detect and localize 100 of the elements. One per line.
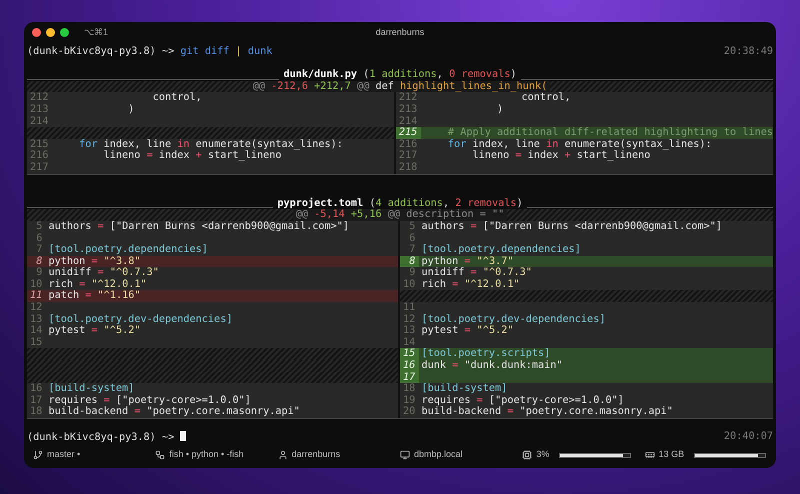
hunk-header: @@ -212,6 +212,7 @@ def highlight_lines_in_hunk( xyxy=(250,80,550,92)
line-number: 12 xyxy=(29,302,44,314)
line-number: 13 xyxy=(402,325,416,337)
line-number: 20 xyxy=(402,406,416,418)
code-text: [tool.poetry.dev-dependencies] xyxy=(47,314,232,325)
code-text: ) xyxy=(496,104,504,116)
file-header: dunk/dunk.py (1 additions, 0 removals) xyxy=(282,69,518,81)
line-number: 16 xyxy=(29,383,44,395)
line-number: 8 xyxy=(400,256,419,268)
code-text: pytest = "^5.2" xyxy=(420,325,514,337)
line-number: 9 xyxy=(408,267,416,279)
line-number: 16 xyxy=(400,360,419,372)
code-text: rich = "^12.0.1" xyxy=(420,278,520,290)
line-number: 10 xyxy=(29,278,44,290)
timestamp: 20:38:49 xyxy=(724,46,773,58)
code-text: patch = "^1.16" xyxy=(47,290,140,302)
status-text: 3% xyxy=(536,449,550,461)
code-text: [tool.poetry.dependencies] xyxy=(47,244,208,256)
line-number: 11 xyxy=(402,302,416,314)
code-text: unidiff = "^0.7.3" xyxy=(420,267,532,279)
line-number: 214 xyxy=(398,116,418,127)
code-text: authors = ["Darren Burns <darrenb900@gmail.com>"] xyxy=(47,220,350,232)
code-text: for index, line in enumerate(syntax_lines): xyxy=(446,138,712,150)
line-number: 6 xyxy=(35,232,44,244)
code-text: control, xyxy=(522,92,571,104)
code-text: rich = "^12.0.1" xyxy=(47,278,147,290)
code-text: ) xyxy=(127,104,134,116)
line-number: 214 xyxy=(29,116,50,128)
line-number: 217 xyxy=(398,150,418,162)
status-text: fish • python • -fish xyxy=(169,449,244,461)
code-text: unidiff = "^0.7.3" xyxy=(47,267,159,279)
code-text: build-backend = "poetry.core.masonry.api" xyxy=(47,406,300,418)
line-number: 17 xyxy=(400,372,419,384)
code-text: [build-system] xyxy=(420,383,508,395)
line-number: 216 xyxy=(29,150,50,162)
line-number: 5 xyxy=(408,220,416,232)
code-text: python = "^3.8" xyxy=(47,256,140,267)
zoom-button[interactable] xyxy=(60,28,69,36)
code-text: build-backend = "poetry.core.masonry.api" xyxy=(420,406,673,418)
line-number: 17 xyxy=(29,394,44,406)
text-cursor xyxy=(180,430,186,441)
code-text: [build-system] xyxy=(47,383,134,395)
cpu-icon xyxy=(522,450,532,460)
code-text: requires = ["poetry-core>=1.0.0"] xyxy=(47,394,251,406)
code-text: dunk = "dunk.dunk:main" xyxy=(420,360,563,372)
shell-prompt: (dunk-bKivc8yq-py3.8) ~> xyxy=(27,432,176,443)
user-icon xyxy=(278,450,288,460)
line-number: 11 xyxy=(29,290,44,302)
window-title: darrenburns xyxy=(376,27,424,37)
monitor-icon xyxy=(400,450,410,460)
timestamp: 20:40:07 xyxy=(724,430,773,442)
code-text: authors = ["Darren Burns <darrenb900@gmail.com>"] xyxy=(420,220,722,232)
line-number: 7 xyxy=(408,244,416,256)
code-text: for index, line in enumerate(syntax_lines): xyxy=(78,138,343,150)
close-button[interactable] xyxy=(32,28,41,36)
line-number: 7 xyxy=(35,244,44,256)
status-text: 13 GB xyxy=(658,449,684,461)
code-text: # Apply additional diff-related highlighting to lines xyxy=(446,127,773,139)
shortcut-label: ⌥⌘1 xyxy=(84,27,108,37)
line-number: 15 xyxy=(29,336,44,348)
status-text: dbmbp.local xyxy=(414,449,463,461)
line-number: 215 xyxy=(29,138,50,150)
line-number: 218 xyxy=(398,162,418,174)
hunk-header: @@ -5,14 +5,16 @@ description = "" xyxy=(292,209,508,221)
process-icon xyxy=(155,450,166,460)
status-text: master • xyxy=(47,449,80,461)
line-number: 5 xyxy=(35,220,44,232)
line-number: 19 xyxy=(402,394,416,406)
line-number: 8 xyxy=(35,256,44,267)
code-text: [tool.poetry.dependencies] xyxy=(420,244,581,256)
file-header: pyproject.toml (4 additions, 2 removals) xyxy=(276,198,524,209)
line-number: 216 xyxy=(398,138,418,150)
line-number: 12 xyxy=(402,314,416,325)
status-text: darrenburns xyxy=(292,449,340,461)
line-number: 18 xyxy=(402,383,416,395)
line-number: 9 xyxy=(35,267,44,279)
line-number: 217 xyxy=(29,162,50,174)
line-number: 213 xyxy=(398,104,418,116)
line-number: 212 xyxy=(29,92,50,104)
line-number: 18 xyxy=(29,406,44,418)
code-text: pytest = "^5.2" xyxy=(47,325,140,337)
code-text: control, xyxy=(152,92,202,104)
line-number: 10 xyxy=(402,278,416,290)
line-number: 6 xyxy=(408,232,416,244)
minimize-button[interactable] xyxy=(46,28,55,36)
code-text: python = "^3.7" xyxy=(420,256,514,267)
code-text: lineno = index + start_lineno xyxy=(471,150,650,162)
code-text: requires = ["poetry-core>=1.0.0"] xyxy=(420,394,624,406)
branch-icon xyxy=(33,450,43,460)
code-text: [tool.poetry.scripts] xyxy=(420,348,550,360)
line-number: 14 xyxy=(29,325,44,337)
line-number: 212 xyxy=(398,92,418,104)
line-number: 14 xyxy=(402,336,416,348)
command-line: (dunk-bKivc8yq-py3.8) ~> git diff | dunk xyxy=(27,46,272,58)
memory-icon xyxy=(644,450,655,460)
line-number: 215 xyxy=(396,127,421,139)
line-number: 213 xyxy=(29,104,50,116)
line-number: 13 xyxy=(29,314,44,326)
code-text: lineno = index + start_lineno xyxy=(102,150,282,162)
line-number: 15 xyxy=(400,348,419,360)
